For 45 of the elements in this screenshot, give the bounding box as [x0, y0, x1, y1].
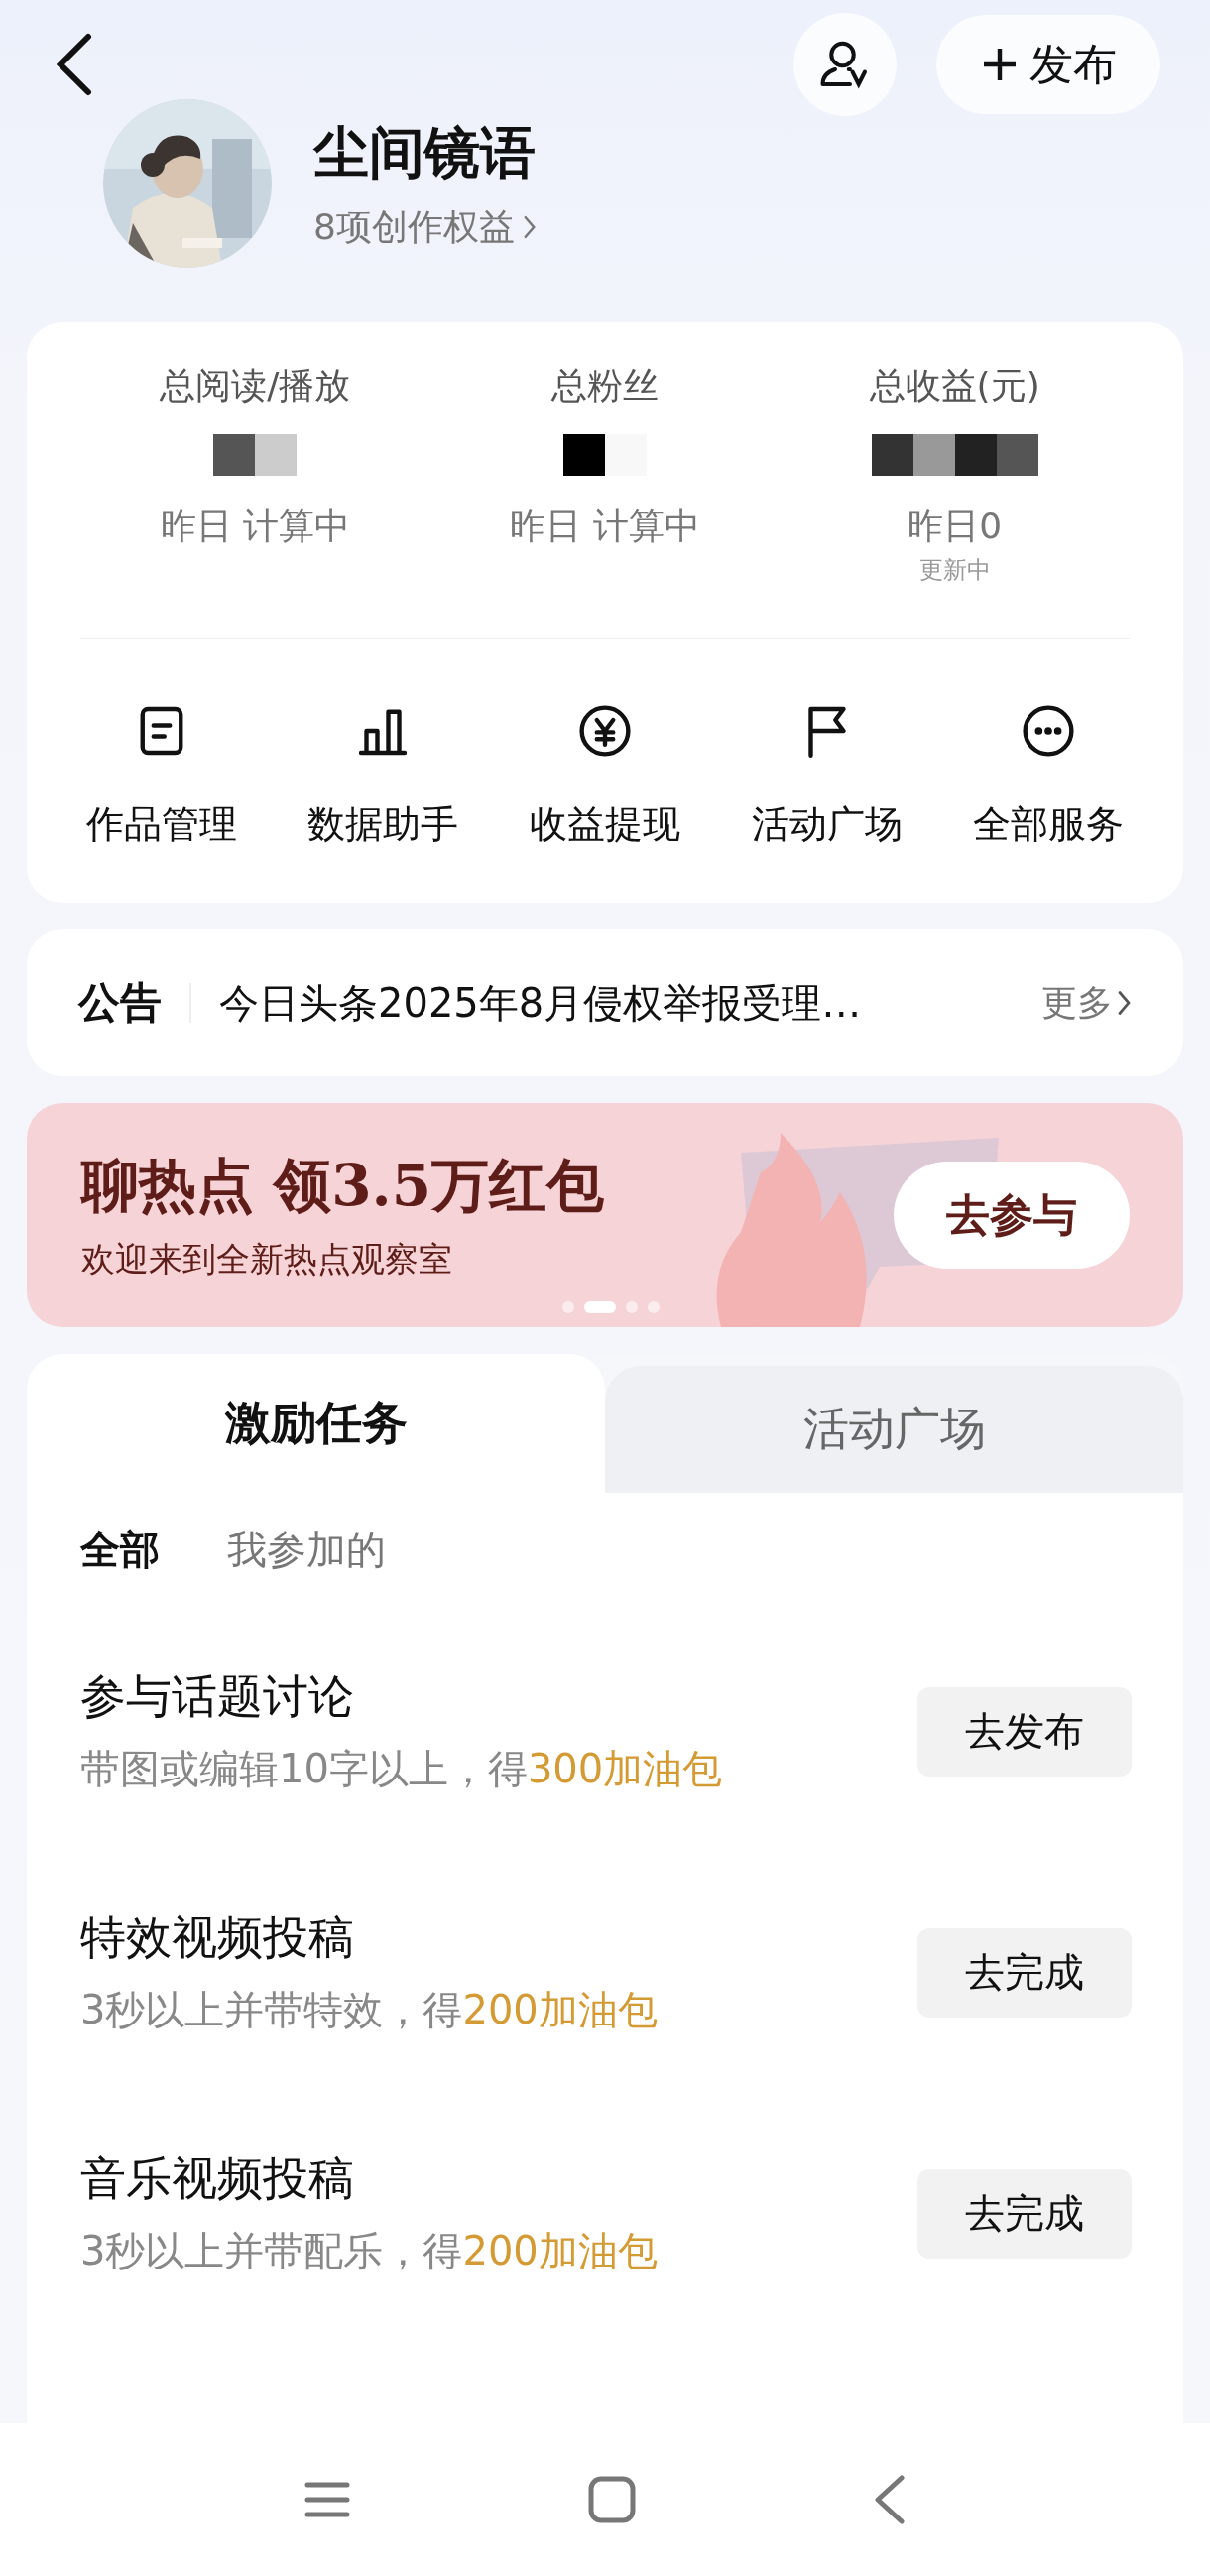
notice-link[interactable]: 今日头条2025年8月侵权举报受理…	[219, 975, 1041, 1031]
back-button[interactable]	[55, 33, 94, 96]
filter-tab[interactable]: 我参加的	[227, 1523, 386, 1577]
back-icon[interactable]	[874, 2475, 906, 2524]
stat-label: 总收益(元)	[869, 364, 1040, 408]
carousel-dot[interactable]	[562, 1301, 574, 1313]
carousel-dot[interactable]	[648, 1301, 660, 1313]
menu-icon[interactable]	[304, 2480, 350, 2519]
task-button[interactable]: 去发布	[917, 1686, 1132, 1777]
task-description: 带图或编辑10字以上，得300加油包	[80, 1745, 724, 1793]
task-description: 3秒以上并带配乐，得200加油包	[80, 2227, 659, 2275]
benefits-link[interactable]: 8项创作权益	[313, 202, 537, 252]
task-title: 参与话题讨论	[80, 1668, 355, 1725]
service-item[interactable]: 数据助手	[272, 698, 495, 850]
home-icon[interactable]	[588, 2476, 636, 2523]
filter-tab[interactable]: 全部	[80, 1523, 160, 1577]
stat-label: 总粉丝	[551, 364, 659, 408]
banner-subtitle: 欢迎来到全新热点观察室	[81, 1238, 453, 1281]
back-icon	[55, 33, 94, 96]
banner-title: 聊热点 领3.5万红包	[81, 1151, 605, 1221]
yesterday-value: 昨日0	[908, 504, 1003, 548]
service-item[interactable]: 全部服务	[937, 698, 1159, 850]
chevron-right-icon	[522, 213, 537, 241]
service-item[interactable]: 作品管理	[51, 698, 273, 850]
join-button[interactable]: 去参与	[894, 1162, 1130, 1269]
task-title: 特效视频投稿	[80, 1909, 355, 1966]
notice-tag: 公告	[78, 975, 162, 1031]
task-title: 音乐视频投稿	[80, 2150, 355, 2207]
tab[interactable]: 活动广场	[605, 1366, 1183, 1493]
user-name: 尘间镜语	[313, 118, 537, 186]
service-item[interactable]: 活动广场	[715, 698, 938, 850]
service-item[interactable]: 收益提现	[494, 698, 716, 850]
promo-banner[interactable]: 聊热点 领3.5万红包 欢迎来到全新热点观察室 去参与	[27, 1103, 1183, 1327]
publish-button[interactable]: 发布	[936, 15, 1160, 114]
tab[interactable]: 激励任务	[27, 1354, 605, 1493]
update-note: 更新中	[918, 555, 991, 586]
task-button[interactable]: 去完成	[917, 1927, 1132, 2018]
yesterday-value: 昨日 计算中	[510, 504, 700, 548]
more-link[interactable]: 更多	[1041, 978, 1132, 1028]
chevron-right-icon	[1117, 988, 1132, 1018]
stat-label: 总阅读/播放	[160, 364, 351, 408]
task-button[interactable]: 去完成	[917, 2168, 1132, 2259]
task-description: 3秒以上并带特效，得200加油包	[80, 1986, 659, 2034]
yesterday-value: 昨日 计算中	[160, 504, 351, 548]
carousel-dot[interactable]	[626, 1301, 638, 1313]
